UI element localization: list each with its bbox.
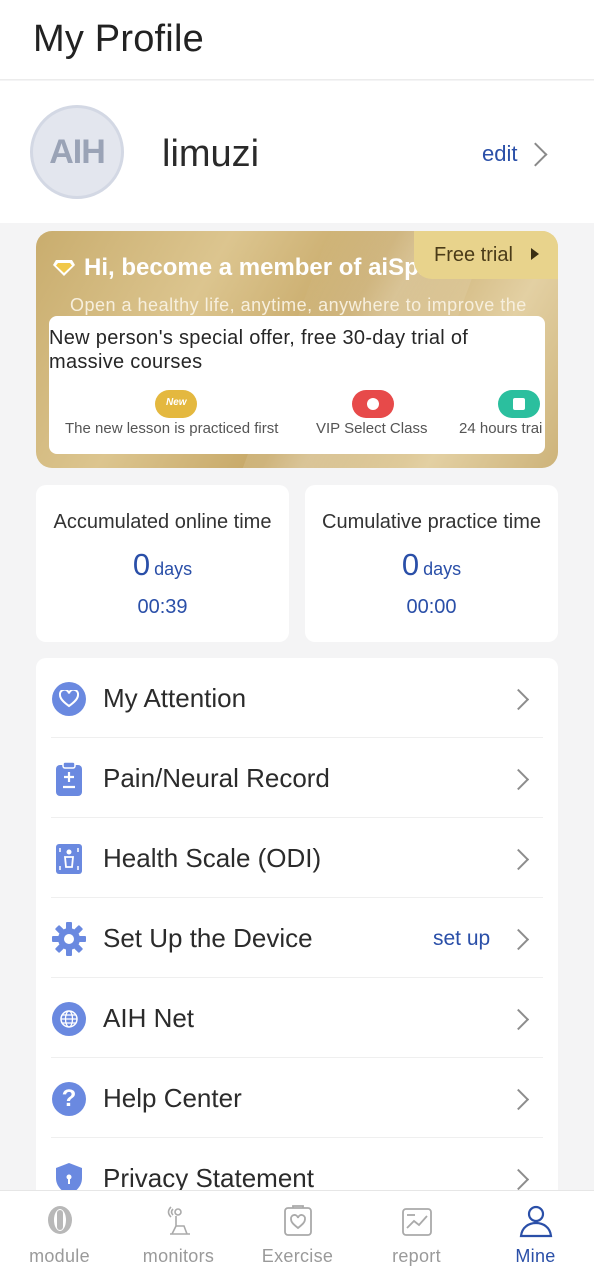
heart-icon — [51, 681, 87, 717]
chevron-right-icon — [507, 688, 530, 711]
page-header: My Profile — [0, 0, 594, 80]
practice-time-card: Cumulative practice time 0 days 00:00 — [305, 485, 558, 642]
chevron-right-icon — [507, 1008, 530, 1031]
set-up-link[interactable]: set up — [433, 927, 490, 951]
stat-days: 0 days — [132, 547, 193, 582]
perk-label: VIP Select Class — [316, 420, 428, 437]
banner-title: Hi, become a member of aiSpine — [84, 254, 454, 281]
report-icon — [402, 1208, 432, 1236]
monitor-icon — [167, 1206, 190, 1235]
profile-card[interactable]: AIH limuzi edit — [0, 81, 594, 223]
tab-label: module — [29, 1246, 90, 1266]
menu-item-label: Pain/Neural Record — [103, 763, 330, 793]
profile-page: My Profile AIH limuzi edit Hi, become a … — [0, 0, 594, 1280]
tab-mine[interactable]: Mine — [476, 1191, 594, 1280]
menu-item-pain-record[interactable]: Pain/Neural Record — [36, 738, 558, 818]
body-scale-icon — [51, 841, 87, 877]
tab-label: Exercise — [261, 1246, 334, 1266]
offer-card[interactable]: New person's special offer, free 30-day … — [49, 316, 545, 454]
tab-module[interactable]: module — [0, 1191, 119, 1280]
chevron-right-icon — [507, 928, 530, 951]
bottom-tab-bar: module monitors Exercise report Mine — [0, 1190, 594, 1280]
clipboard-icon — [51, 761, 87, 797]
user-icon — [519, 1205, 553, 1238]
online-time-card: Accumulated online time 0 days 00:39 — [36, 485, 289, 642]
menu-item-label: My Attention — [103, 683, 247, 713]
chevron-right-icon — [507, 1168, 530, 1191]
membership-banner[interactable]: Hi, become a member of aiSpine Free tria… — [36, 231, 558, 468]
menu-item-label: Help Center — [103, 1083, 242, 1113]
exercise-icon — [284, 1205, 312, 1236]
tab-exercise[interactable]: Exercise — [238, 1191, 357, 1280]
globe-icon — [51, 1001, 87, 1037]
play-arrow-icon — [531, 248, 539, 260]
menu-item-label: Health Scale (ODI) — [103, 843, 322, 873]
menu-item-label: AIH Net — [103, 1003, 195, 1033]
free-trial-label: Free trial — [434, 244, 513, 266]
menu-item-health-scale[interactable]: Health Scale (ODI) — [36, 818, 558, 898]
chevron-right-icon — [507, 768, 530, 791]
question-icon: ? — [51, 1081, 87, 1117]
vip-class-icon — [352, 390, 394, 418]
tab-monitors[interactable]: monitors — [119, 1191, 238, 1280]
menu-item-help-center[interactable]: ? Help Center — [36, 1058, 558, 1138]
chevron-right-icon — [507, 1088, 530, 1111]
username: limuzi — [162, 133, 260, 175]
menu-item-aih-net[interactable]: AIH Net — [36, 978, 558, 1058]
stat-days: 0 days — [401, 547, 462, 582]
page-title: My Profile — [33, 18, 204, 60]
tab-label: Mine — [515, 1246, 556, 1266]
perk-label: The new lesson is practiced first — [65, 420, 279, 437]
settings-menu: My Attention Pain/Neural Record Health S… — [36, 658, 558, 1218]
offer-text: New person's special offer, free 30-day … — [49, 327, 469, 373]
diamond-icon — [53, 260, 75, 276]
menu-item-my-attention[interactable]: My Attention — [36, 658, 558, 738]
stat-label: Cumulative practice time — [322, 511, 541, 533]
tab-label: report — [392, 1246, 441, 1266]
stat-time: 00:00 — [406, 596, 457, 618]
chevron-right-icon[interactable] — [523, 142, 548, 167]
tab-report[interactable]: report — [357, 1191, 476, 1280]
gear-icon — [51, 921, 87, 957]
stat-time: 00:39 — [137, 596, 188, 618]
perk-label: 24 hours trai — [459, 420, 543, 437]
lock-icon — [498, 390, 540, 418]
stat-label: Accumulated online time — [53, 511, 272, 533]
new-badge-icon: New — [155, 390, 197, 418]
avatar-text: AIH — [49, 132, 106, 171]
tab-label: monitors — [142, 1246, 215, 1266]
chevron-right-icon — [507, 848, 530, 871]
banner-subtitle: Open a healthy life, anytime, anywhere t… — [70, 295, 527, 315]
menu-item-label: Set Up the Device — [103, 923, 313, 953]
menu-item-set-up-device[interactable]: Set Up the Device set up — [36, 898, 558, 978]
avatar[interactable]: AIH — [30, 105, 124, 199]
edit-profile-link[interactable]: edit — [482, 141, 517, 167]
free-trial-button[interactable]: Free trial — [414, 231, 558, 279]
module-icon — [48, 1206, 72, 1234]
